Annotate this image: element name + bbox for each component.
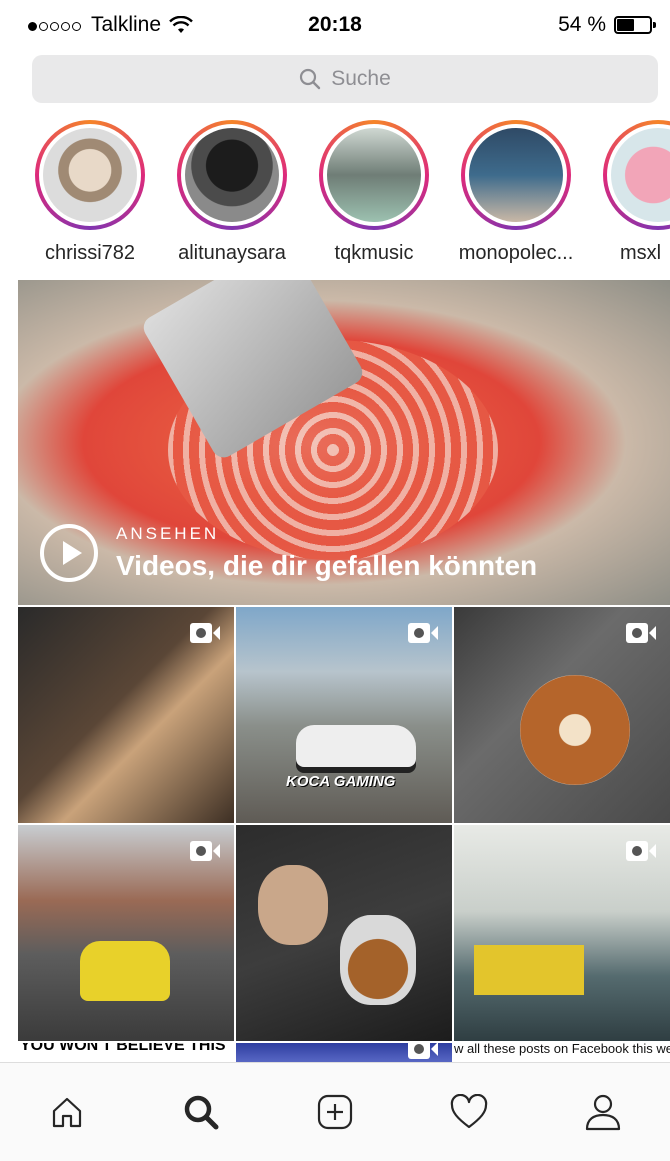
story-monopolec[interactable]: monopolec... [456,120,576,265]
search-icon [300,68,321,90]
search-bar[interactable]: Suche [32,55,658,103]
story-msxl[interactable]: msxl [598,120,670,265]
grid-tile-blue[interactable] [236,1043,452,1062]
story-tqkmusic[interactable]: tqkmusic [314,120,434,265]
play-icon[interactable] [40,524,98,582]
banner-title: Videos, die dir gefallen könnten [116,550,538,581]
story-username: msxl [620,242,662,264]
video-camera-icon [626,841,656,861]
story-username: tqkmusic [334,242,414,264]
tab-new-post[interactable] [305,1082,365,1142]
tab-home[interactable] [37,1082,97,1142]
grid-tile-game-hud[interactable] [454,825,670,1041]
grid-tile-latte-art[interactable] [454,607,670,823]
battery-icon [614,16,656,34]
tab-search[interactable] [171,1082,231,1142]
game-scene-image [474,945,584,995]
story-alitunaysara[interactable]: alitunaysara [172,120,292,265]
story-avatar [327,128,421,222]
carrier-name: Talkline [91,13,162,36]
video-camera-icon [408,1043,438,1059]
stories-row: chrissi782 alitunaysara tqkmusic monopol… [0,120,670,270]
story-avatar [611,128,670,222]
video-camera-icon [408,623,438,643]
car-image [80,941,170,1001]
grid-tile-yellow-car[interactable] [18,825,234,1041]
video-camera-icon [626,623,656,643]
grid-tile-screenshot-text[interactable]: w all these posts on Facebook this week [454,1043,670,1062]
story-username: alitunaysara [178,242,286,264]
profile-icon [585,1094,621,1131]
video-camera-icon [190,841,220,861]
screenshot-text-line: w all these posts on Facebook this week [454,1043,670,1056]
search-icon [184,1095,219,1130]
tab-profile[interactable] [573,1082,633,1142]
grid-tile-car-gaming[interactable]: KOCA GAMING [236,607,452,823]
grid-tile-milk-pour[interactable] [18,607,234,823]
story-avatar [185,128,279,222]
story-avatar [43,128,137,222]
status-bar: Talkline 20:18 54 % [0,0,670,50]
wifi-icon [169,16,193,33]
story-avatar [469,128,563,222]
explore-grid: KOCA GAMING YOU WON'T BELIEVE THIS w all… [18,607,670,1062]
grid-tile-text-post[interactable]: YOU WON'T BELIEVE THIS [18,1043,234,1062]
story-chrissi782[interactable]: chrissi782 [30,120,150,265]
clock: 20:18 [308,13,362,36]
suggested-videos-banner[interactable]: ANSEHEN Videos, die dir gefallen könnten [18,280,670,605]
heart-icon [450,1094,488,1129]
banner-kicker: ANSEHEN [116,524,220,543]
video-camera-icon [190,623,220,643]
tab-activity[interactable] [439,1082,499,1142]
latte-cup-image [520,675,630,785]
gaming-caption: KOCA GAMING [286,773,396,790]
story-username: chrissi782 [44,242,136,264]
chemex-image [340,915,416,1005]
battery-percent: 54 % [558,13,606,36]
search-placeholder: Suche [331,67,391,90]
text-post-caption: YOU WON'T BELIEVE THIS [20,1043,226,1054]
grid-tile-coffee-man[interactable] [236,825,452,1041]
plus-square-icon [317,1094,353,1130]
story-username: monopolec... [458,242,574,264]
battery-level [617,19,634,31]
person-image [258,865,328,945]
signal-strength-icon [28,13,83,37]
home-icon [52,1097,82,1128]
car-image [296,725,416,767]
tab-bar [0,1062,670,1161]
